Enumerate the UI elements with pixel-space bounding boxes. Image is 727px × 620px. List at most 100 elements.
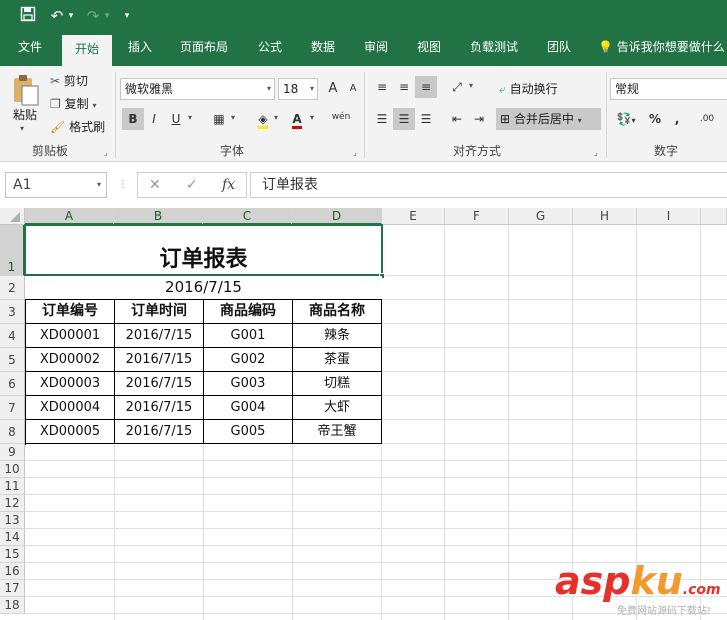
align-right-icon[interactable]: ☰ — [415, 108, 437, 130]
tab-review[interactable]: 审阅 — [354, 32, 398, 66]
table-cell[interactable]: XD00004 — [26, 396, 115, 420]
row-header-2[interactable]: 2 — [0, 276, 25, 300]
row-header-15[interactable]: 15 — [0, 546, 25, 563]
column-header-f[interactable]: F — [445, 208, 509, 225]
row-header-5[interactable]: 5 — [0, 348, 25, 372]
table-cell[interactable]: 2016/7/15 — [115, 348, 204, 372]
table-cell[interactable]: G001 — [204, 324, 293, 348]
italic-button[interactable]: I — [143, 108, 165, 130]
undo-icon[interactable]: ↶ — [48, 6, 66, 26]
font-name-select[interactable]: 微软雅黑 ▾ — [120, 78, 275, 100]
fill-color-icon[interactable]: ◈ — [252, 108, 274, 130]
shrink-font-button[interactable]: A — [342, 78, 364, 100]
table-cell[interactable]: XD00002 — [26, 348, 115, 372]
row-header-6[interactable]: 6 — [0, 372, 25, 396]
table-cell[interactable]: G003 — [204, 372, 293, 396]
font-color-dropdown-icon[interactable]: ▾ — [310, 113, 314, 122]
bold-button[interactable]: B — [122, 108, 144, 130]
table-cell[interactable]: XD00005 — [26, 420, 115, 444]
row-header-14[interactable]: 14 — [0, 529, 25, 546]
clipboard-launcher-icon[interactable]: ⌟ — [104, 148, 108, 157]
align-left-icon[interactable]: ☰ — [371, 108, 393, 130]
paste-icon[interactable] — [12, 74, 40, 106]
increase-indent-icon[interactable]: ⇥ — [468, 108, 490, 130]
row-header-3[interactable]: 3 — [0, 300, 25, 324]
cut-button[interactable]: ✂ 剪切 — [50, 72, 88, 89]
row-header-11[interactable]: 11 — [0, 478, 25, 495]
table-cell[interactable]: 茶蛋 — [293, 348, 382, 372]
number-format-select[interactable]: 常规 — [610, 78, 727, 100]
undo-dropdown-icon[interactable]: ▾ — [66, 6, 76, 26]
table-cell[interactable]: 大虾 — [293, 396, 382, 420]
increase-decimal-icon[interactable]: .00 — [696, 108, 718, 130]
column-header-e[interactable]: E — [382, 208, 445, 225]
orientation-icon[interactable]: ⤢ — [446, 76, 468, 98]
row-header-18[interactable]: 18 — [0, 597, 25, 614]
table-cell[interactable]: G002 — [204, 348, 293, 372]
tab-home[interactable]: 开始 — [62, 35, 112, 66]
table-cell[interactable]: G005 — [204, 420, 293, 444]
merge-center-button[interactable]: ⊞ 合并后居中 ▾ — [496, 108, 601, 130]
percent-style-button[interactable]: % — [644, 108, 666, 130]
column-header-g[interactable]: G — [509, 208, 573, 225]
column-header-a[interactable]: A — [25, 208, 114, 225]
decrease-indent-icon[interactable]: ⇤ — [446, 108, 468, 130]
customize-toolbar-icon[interactable]: ▾ — [120, 6, 134, 26]
underline-dropdown-icon[interactable]: ▾ — [188, 113, 192, 122]
font-launcher-icon[interactable]: ⌟ — [353, 148, 357, 157]
font-size-select[interactable]: 18 ▾ — [278, 78, 318, 100]
insert-function-icon[interactable]: fx — [222, 172, 235, 198]
tab-team[interactable]: 团队 — [537, 32, 581, 66]
redo-dropdown-icon[interactable]: ▾ — [102, 6, 112, 26]
header-order-id[interactable]: 订单编号 — [26, 300, 115, 324]
tab-data[interactable]: 数据 — [301, 32, 345, 66]
table-cell[interactable]: G004 — [204, 396, 293, 420]
table-cell[interactable]: 2016/7/15 — [115, 372, 204, 396]
align-top-icon[interactable]: ≡ — [371, 76, 393, 98]
accounting-format-icon[interactable]: 💱▾ — [612, 108, 640, 130]
table-cell[interactable]: XD00001 — [26, 324, 115, 348]
row-header-1[interactable]: 1 — [0, 225, 25, 276]
enter-icon[interactable]: ✓ — [186, 172, 198, 198]
header-order-time[interactable]: 订单时间 — [115, 300, 204, 324]
save-icon[interactable] — [18, 6, 38, 26]
row-header-16[interactable]: 16 — [0, 563, 25, 580]
header-product-code[interactable]: 商品编码 — [204, 300, 293, 324]
font-color-icon[interactable]: A — [286, 108, 308, 130]
fill-color-dropdown-icon[interactable]: ▾ — [274, 113, 278, 122]
paste-button[interactable]: 粘贴 — [13, 106, 37, 123]
format-painter-button[interactable]: 🖌 格式刷 — [50, 118, 105, 135]
column-header-h[interactable]: H — [573, 208, 637, 225]
align-middle-icon[interactable]: ≡ — [393, 76, 415, 98]
underline-button[interactable]: U — [165, 108, 187, 130]
row-header-7[interactable]: 7 — [0, 396, 25, 420]
report-date-cell[interactable]: 2016/7/15 — [25, 276, 382, 299]
row-header-13[interactable]: 13 — [0, 512, 25, 529]
tab-file[interactable]: 文件 — [6, 32, 54, 66]
wrap-text-button[interactable]: ⤶ 自动换行 — [499, 80, 558, 97]
name-box[interactable]: A1 ▾ — [5, 172, 107, 198]
header-product-name[interactable]: 商品名称 — [293, 300, 382, 324]
row-header-4[interactable]: 4 — [0, 324, 25, 348]
phonetic-guide-icon[interactable]: wén — [330, 106, 352, 128]
comma-style-button[interactable]: , — [666, 108, 688, 130]
select-all-corner[interactable] — [0, 208, 25, 225]
column-header-i[interactable]: I — [637, 208, 701, 225]
tab-view[interactable]: 视图 — [407, 32, 451, 66]
copy-button[interactable]: ❐ 复制 ▾ — [50, 95, 96, 112]
row-header-17[interactable]: 17 — [0, 580, 25, 597]
table-cell[interactable]: 2016/7/15 — [115, 420, 204, 444]
formula-input[interactable]: 订单报表 — [250, 172, 727, 198]
tab-load-test[interactable]: 负载测试 — [460, 32, 528, 66]
table-cell[interactable]: 切糕 — [293, 372, 382, 396]
align-center-icon[interactable]: ☰ — [393, 108, 415, 130]
tab-formulas[interactable]: 公式 — [248, 32, 292, 66]
row-header-8[interactable]: 8 — [0, 420, 25, 444]
tab-insert[interactable]: 插入 — [118, 32, 162, 66]
table-cell[interactable]: 2016/7/15 — [115, 324, 204, 348]
row-header-9[interactable]: 9 — [0, 444, 25, 461]
redo-icon[interactable]: ↷ — [84, 6, 102, 26]
column-header-d[interactable]: D — [292, 208, 382, 225]
tell-me-search[interactable]: 💡 告诉我你想要做什么 — [598, 32, 725, 66]
row-header-12[interactable]: 12 — [0, 495, 25, 512]
